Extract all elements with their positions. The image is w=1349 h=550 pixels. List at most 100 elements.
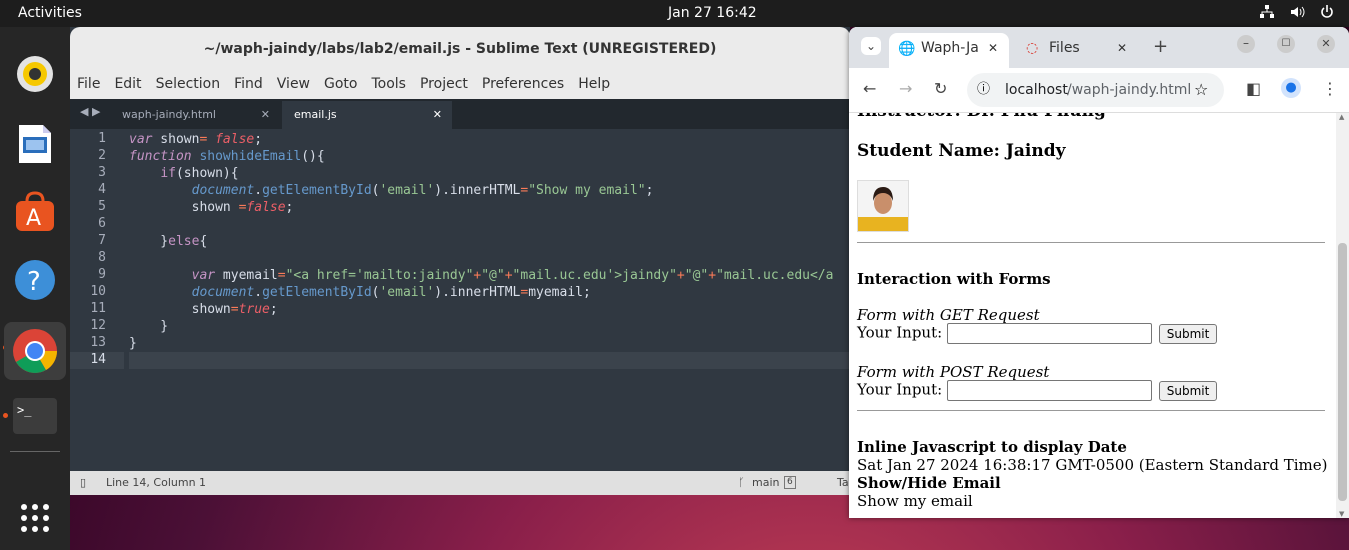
menu-help[interactable]: Help (571, 72, 617, 92)
line-number: 10 (90, 284, 106, 299)
maximize-icon[interactable]: ☐ (1277, 35, 1295, 53)
bookmark-star-icon[interactable]: ☆ (1194, 73, 1208, 107)
sidebar-toggle-icon[interactable]: ▯ (80, 471, 86, 495)
help-icon[interactable]: ? (10, 255, 60, 305)
code-line: var myemail="<a href='mailto:jaindy"+"@"… (191, 268, 834, 283)
scrollbar-thumb[interactable] (1338, 243, 1347, 501)
close-icon[interactable]: ✕ (1117, 33, 1127, 63)
code-line: } (129, 319, 169, 334)
post-form: Your Input: Submit (857, 380, 1218, 401)
forms-heading: Interaction with Forms (857, 270, 1051, 288)
menu-preferences[interactable]: Preferences (475, 72, 571, 92)
chrome-icon[interactable] (4, 322, 66, 380)
student-name-heading: Student Name: Jaindy (857, 141, 1066, 161)
globe-icon: 🌐 (898, 41, 916, 57)
libreoffice-impress-icon[interactable] (10, 119, 60, 169)
power-icon (1319, 4, 1335, 24)
terminal-icon[interactable]: >_ (10, 391, 60, 441)
app-center-icon[interactable]: A (10, 187, 60, 237)
side-panel-icon[interactable]: ◧ (1246, 79, 1261, 98)
rhythmbox-icon[interactable] (10, 49, 60, 99)
git-branch[interactable]: main (752, 471, 779, 495)
app-grid-icon[interactable] (10, 493, 60, 543)
menu-view[interactable]: View (270, 72, 317, 92)
page-scrollbar[interactable]: ▲ ▼ (1336, 113, 1349, 518)
close-window-icon[interactable]: ✕ (1317, 35, 1335, 53)
inline-js-heading: Inline Javascript to display Date (857, 438, 1127, 456)
show-email-link[interactable]: Show my email (857, 492, 973, 510)
browser-tab-files[interactable]: ◌ Files ✕ (1019, 33, 1139, 68)
svg-text:A: A (26, 206, 41, 231)
scroll-up-icon[interactable]: ▲ (1339, 113, 1344, 121)
scroll-down-icon[interactable]: ▼ (1339, 510, 1344, 518)
line-number: 13 (90, 335, 106, 350)
post-input-field[interactable] (946, 380, 1152, 401)
menu-find[interactable]: Find (227, 72, 270, 92)
line-number: 9 (98, 267, 106, 282)
tab-label: email.js (294, 108, 337, 121)
kebab-menu-icon[interactable]: ⋮ (1322, 79, 1338, 98)
post-form-label: Form with POST Request (857, 363, 1050, 381)
tab-label: waph-jaindy.html (122, 108, 216, 121)
browser-tab-bar: ⌄ 🌐 Waph-Ja ✕ ◌ Files ✕ + – ☐ ✕ (849, 27, 1349, 68)
line-number: 4 (98, 182, 106, 197)
activities-button[interactable]: Activities (18, 5, 82, 21)
line-number: 14 (70, 352, 124, 369)
profile-avatar-icon[interactable]: ● (1281, 78, 1301, 98)
menu-project[interactable]: Project (413, 72, 475, 92)
tab-size-indicator[interactable]: Ta (837, 471, 849, 495)
top-bar: Activities Jan 27 16:42 (0, 0, 1349, 27)
get-input-field[interactable] (946, 323, 1152, 344)
sublime-window: ~/waph-jaindy/labs/lab2/email.js - Subli… (70, 27, 850, 495)
line-number: 12 (90, 318, 106, 333)
menu-edit[interactable]: Edit (107, 72, 148, 92)
minimize-icon[interactable]: – (1237, 35, 1255, 53)
site-info-icon[interactable]: ⓘ (977, 73, 990, 107)
menu-bar: File Edit Selection Find View Goto Tools Projec… (70, 72, 850, 99)
forward-icon[interactable]: → (899, 79, 912, 98)
git-branch-count: 6 (784, 476, 796, 489)
tab-title: Files (1049, 40, 1080, 56)
new-tab-icon[interactable]: + (1153, 36, 1168, 57)
menu-tools[interactable]: Tools (364, 72, 413, 92)
tab-email-js[interactable]: email.js ✕ (282, 101, 452, 129)
system-tray[interactable] (1259, 4, 1335, 24)
close-icon[interactable]: ✕ (988, 33, 998, 63)
tab-search-icon[interactable]: ⌄ (861, 37, 882, 55)
url-host: localhost (1005, 82, 1068, 98)
code-line: document.getElementById('email').innerHT… (191, 183, 654, 198)
line-number: 3 (98, 165, 106, 180)
browser-tab-active[interactable]: 🌐 Waph-Ja ✕ (889, 33, 1009, 68)
code-editor[interactable]: var shown= false; function showhideEmail(… (129, 131, 850, 369)
menu-file[interactable]: File (70, 72, 107, 92)
code-line: } (129, 336, 137, 351)
address-bar[interactable]: ⓘ localhost /waph-jaindy.html ☆ (967, 73, 1224, 107)
back-icon[interactable]: ← (863, 79, 876, 98)
dock-divider (10, 451, 60, 452)
line-number: 2 (98, 148, 106, 163)
tab-scroll-arrows-icon[interactable]: ◀ ▶ (80, 105, 100, 118)
get-input-label: Your Input: (857, 323, 943, 342)
chrome-window: ⌄ 🌐 Waph-Ja ✕ ◌ Files ✕ + – ☐ ✕ ← → ↻ ⓘ … (849, 27, 1349, 518)
code-line: document.getElementById('email').innerHT… (191, 285, 591, 300)
menu-goto[interactable]: Goto (317, 72, 364, 92)
tab-waph-jaindy-html[interactable]: waph-jaindy.html ✕ (110, 101, 280, 129)
close-icon[interactable]: ✕ (261, 101, 270, 129)
code-line: shown=true; (129, 302, 278, 317)
tab-title: Waph-Ja (921, 40, 979, 56)
divider (857, 242, 1325, 243)
close-icon[interactable]: ✕ (433, 101, 442, 129)
post-submit-button[interactable]: Submit (1158, 380, 1218, 401)
dock: A ? >_ (0, 27, 70, 550)
line-number: 5 (98, 199, 106, 214)
running-indicator (3, 413, 8, 418)
reload-icon[interactable]: ↻ (934, 79, 947, 98)
window-title: ~/waph-jaindy/labs/lab2/email.js - Subli… (70, 27, 850, 72)
menu-selection[interactable]: Selection (149, 72, 228, 92)
svg-text:>_: >_ (17, 403, 32, 417)
line-number: 6 (98, 216, 106, 231)
clock[interactable]: Jan 27 16:42 (668, 5, 757, 21)
showhide-heading: Show/Hide Email (857, 474, 1001, 492)
get-submit-button[interactable]: Submit (1158, 323, 1218, 344)
